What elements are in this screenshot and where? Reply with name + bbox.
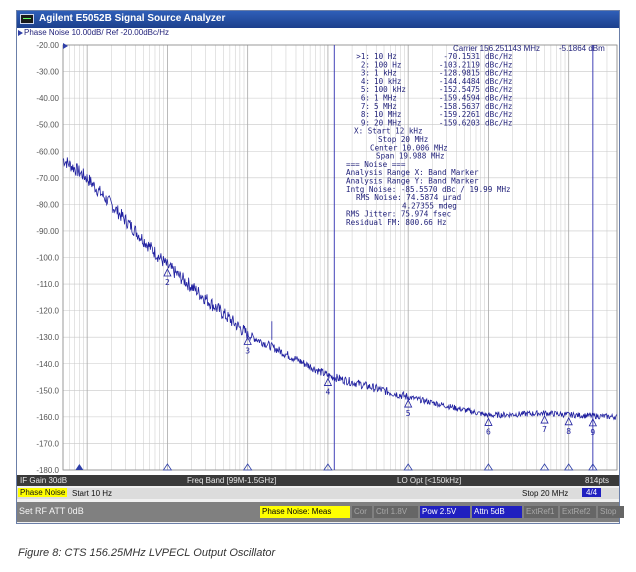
trace-active-icon bbox=[18, 30, 23, 36]
y-tick-label: -120.0 bbox=[36, 307, 59, 316]
y-tick-label: -40.00 bbox=[36, 94, 59, 103]
marker-label: 2 bbox=[165, 278, 170, 287]
softkey-chip[interactable]: Pow 2.5V bbox=[420, 506, 470, 518]
marker-value: -159.6203 bbox=[439, 118, 480, 127]
y-tick-label: -60.00 bbox=[36, 147, 59, 156]
y-tick-label: -80.00 bbox=[36, 200, 59, 209]
app-icon bbox=[20, 14, 34, 24]
softkey-chip[interactable]: Stop bbox=[598, 506, 624, 518]
window-title: Agilent E5052B Signal Source Analyzer bbox=[39, 13, 226, 24]
start-freq: Start 10 Hz bbox=[72, 489, 113, 498]
figure-caption: Figure 8: CTS 156.25MHz LVPECL Output Os… bbox=[18, 547, 276, 559]
status-bar-channel: IF Gain 30dB Freq Band [99M-1.5GHz] LO O… bbox=[17, 475, 619, 486]
marker-label: 9 bbox=[590, 428, 595, 437]
lo-opt-status: LO Opt [<150kHz] bbox=[397, 476, 462, 485]
marker-label: 8 bbox=[566, 427, 571, 436]
phase-noise-plot[interactable]: -20.00 -30.00 -40.00 -50.00 -60.00 -70.00 -80.… bbox=[17, 39, 619, 475]
y-tick-label: -90.00 bbox=[36, 227, 59, 236]
y-tick-label: -50.00 bbox=[36, 121, 59, 130]
y-tick-label: -30.00 bbox=[36, 68, 59, 77]
y-tick-label: -150.0 bbox=[36, 386, 59, 395]
carrier-readout: Carrier 156.251143 MHz bbox=[453, 44, 540, 53]
marker-label: 6 bbox=[486, 427, 491, 436]
y-tick-label: -180.0 bbox=[36, 466, 59, 475]
marker-unit: dBc/Hz bbox=[485, 118, 512, 127]
y-tick-label: -110.0 bbox=[37, 280, 60, 289]
marker-label: 7 bbox=[542, 425, 547, 434]
points-status: 814pts bbox=[585, 476, 610, 485]
y-tick-label: -70.00 bbox=[36, 174, 59, 183]
marker-label: 5 bbox=[406, 409, 411, 418]
y-tick-label: -20.00 bbox=[36, 41, 59, 50]
carrier-power: -5.1864 dBm bbox=[559, 44, 605, 53]
noise-readout: Residual FM: 800.66 Hz bbox=[346, 218, 447, 227]
measurement-status: Phase Noise bbox=[18, 488, 68, 497]
y-tick-label: -160.0 bbox=[36, 413, 59, 422]
title-bar[interactable]: Agilent E5052B Signal Source Analyzer bbox=[17, 11, 619, 28]
y-tick-label: -170.0 bbox=[36, 439, 59, 448]
status-bar-sweep: Phase Noise Start 10 Hz Stop 20 MHz 4/4 bbox=[17, 488, 619, 499]
softkey-chip[interactable]: Attn 5dB bbox=[472, 506, 522, 518]
marker-label: 3 bbox=[245, 346, 250, 355]
softkey-chip[interactable]: Phase Noise: Meas bbox=[260, 506, 350, 518]
y-tick-label: -130.0 bbox=[36, 333, 59, 342]
softkey-chip[interactable]: ExtRef1 bbox=[524, 506, 558, 518]
freq-band-status: Freq Band [99M-1.5GHz] bbox=[187, 476, 277, 485]
softkey-bar: Set RF ATT 0dB Phase Noise: Meas Cor Ctrl … bbox=[17, 502, 624, 522]
y-tick-label: -140.0 bbox=[36, 360, 59, 369]
softkey-chip[interactable]: ExtRef2 bbox=[560, 506, 596, 518]
trace-header: Phase Noise 10.00dB/ Ref -20.00dBc/Hz bbox=[17, 28, 619, 39]
softkey-chip[interactable]: Ctrl 1.8V bbox=[374, 506, 418, 518]
marker-label: 4 bbox=[326, 388, 331, 397]
stop-freq: Stop 20 MHz bbox=[522, 489, 569, 498]
page-indicator: 4/4 bbox=[582, 488, 602, 497]
set-rf-att-key[interactable]: Set RF ATT 0dB bbox=[19, 506, 84, 516]
analyzer-window: Agilent E5052B Signal Source Analyzer Ph… bbox=[16, 10, 624, 524]
if-gain-status: IF Gain 30dB bbox=[20, 476, 68, 485]
trace-scale-label: Phase Noise 10.00dB/ Ref -20.00dBc/Hz bbox=[24, 28, 169, 37]
softkey-chip[interactable]: Cor bbox=[352, 506, 372, 518]
y-tick-label: -100.0 bbox=[36, 254, 59, 263]
